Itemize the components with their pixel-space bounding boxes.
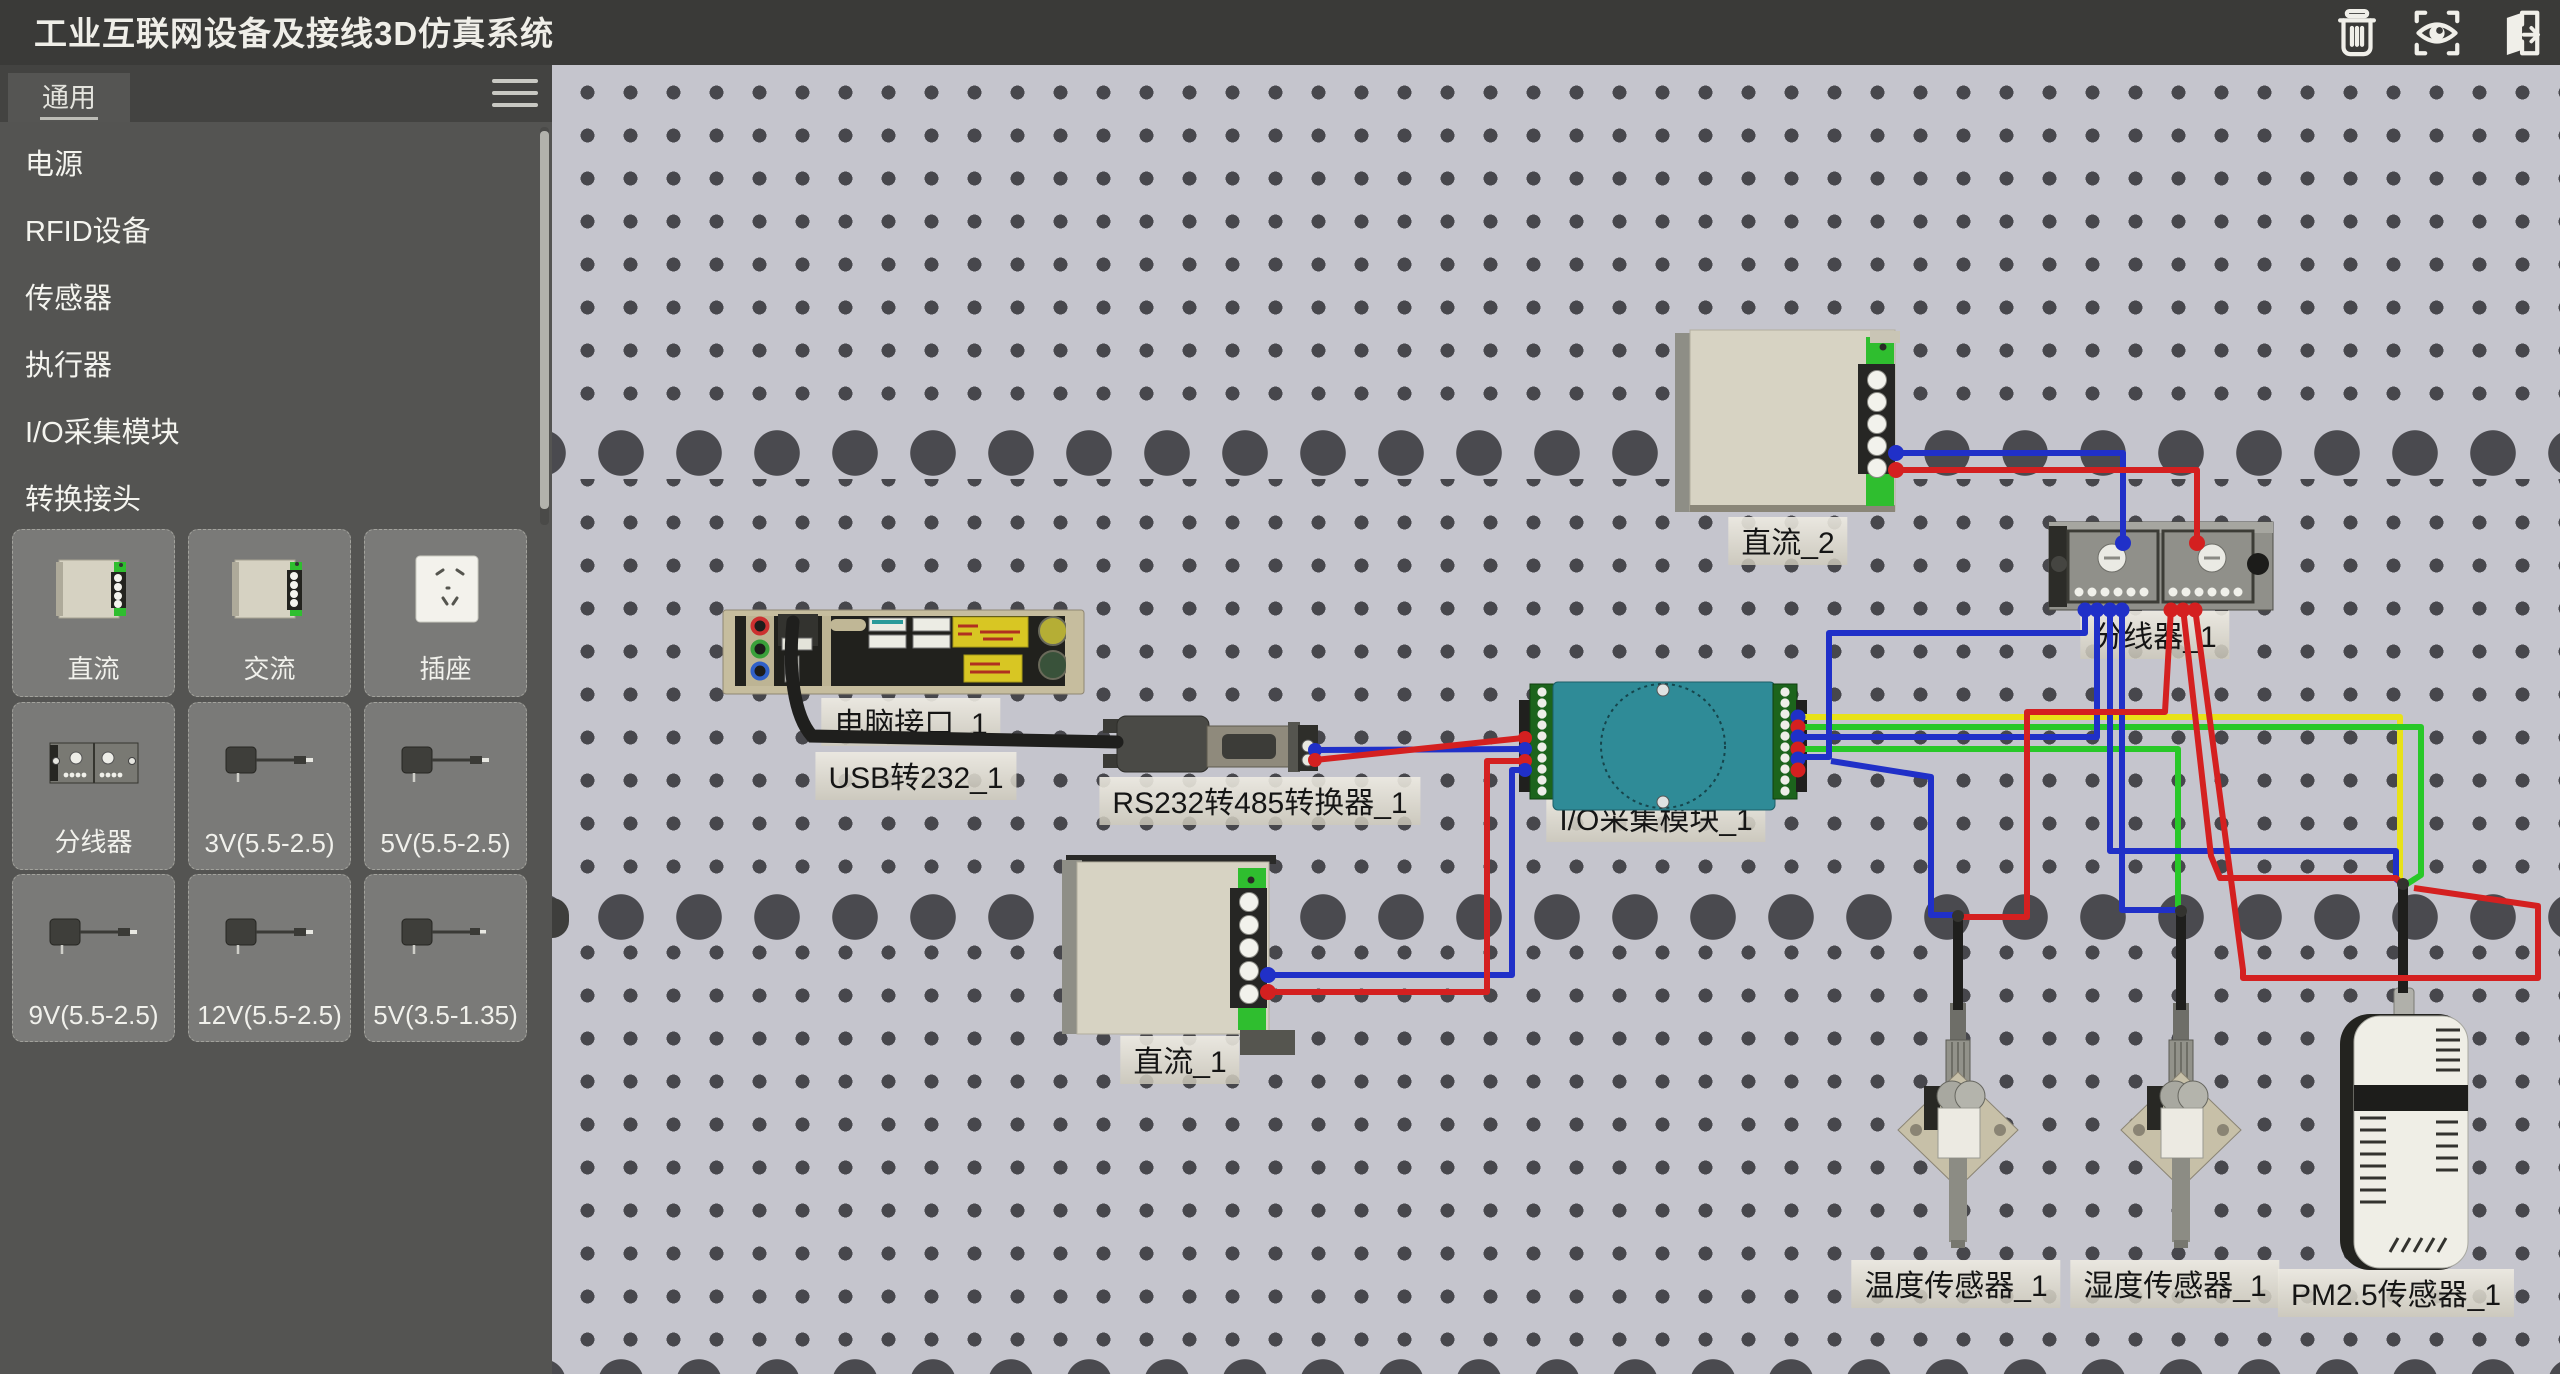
device-label: 湿度传感器_1 bbox=[2070, 1260, 2279, 1308]
device-io-module-1[interactable] bbox=[1519, 682, 1807, 810]
wire-green-io-humidity[interactable] bbox=[1798, 749, 2181, 911]
part-card-socket[interactable]: 插座 bbox=[364, 529, 527, 697]
part-card-3v[interactable]: 3V(5.5-2.5) bbox=[188, 702, 351, 870]
preview-eye-icon[interactable] bbox=[2410, 6, 2464, 60]
device-label: USB转232_1 bbox=[815, 752, 1016, 800]
device-label: 分线器_1 bbox=[2080, 611, 2229, 659]
exit-icon[interactable] bbox=[2490, 6, 2544, 60]
part-card-label: 交流 bbox=[189, 649, 350, 686]
part-card-label: 分线器 bbox=[13, 822, 174, 859]
part-card-label: 5V(3.5-1.35) bbox=[365, 1000, 526, 1031]
adapter-icon bbox=[365, 717, 526, 809]
wire-blue-splitter-io3[interactable] bbox=[1800, 608, 2097, 737]
part-card-12v[interactable]: 12V(5.5-2.5) bbox=[188, 874, 351, 1042]
part-card-label: 12V(5.5-2.5) bbox=[189, 1000, 350, 1031]
sidebar-tab-row: 通用 bbox=[0, 65, 552, 122]
trash-icon[interactable] bbox=[2330, 6, 2384, 60]
adapter-icon bbox=[189, 717, 350, 809]
psu-icon bbox=[13, 544, 174, 636]
sidebar-scrollbar-thumb[interactable] bbox=[540, 131, 549, 509]
part-card-ac[interactable]: 交流 bbox=[188, 529, 351, 697]
part-card-5v[interactable]: 5V(5.5-2.5) bbox=[364, 702, 527, 870]
device-label: 温度传感器_1 bbox=[1851, 1260, 2060, 1308]
device-label: 直流_2 bbox=[1728, 517, 1847, 565]
wire-green-io-pm25[interactable] bbox=[1798, 727, 2421, 884]
part-card-9v[interactable]: 9V(5.5-2.5) bbox=[12, 874, 175, 1042]
splitter-icon bbox=[13, 717, 174, 809]
part-card-5v-135[interactable]: 5V(3.5-1.35) bbox=[364, 874, 527, 1042]
device-dc-1[interactable] bbox=[1062, 855, 1295, 1055]
device-dc-2[interactable] bbox=[1675, 330, 1900, 512]
adapter-icon bbox=[365, 889, 526, 981]
pegboard-strip bbox=[552, 891, 2560, 943]
pegboard-strip bbox=[552, 1356, 2560, 1374]
device-rs232-to-485-1[interactable] bbox=[1103, 716, 1318, 772]
part-card-dc[interactable]: 直流 bbox=[12, 529, 175, 697]
sidebar-item-adapter[interactable]: 转换接头 bbox=[0, 467, 540, 534]
device-label: 直流_1 bbox=[1120, 1036, 1239, 1084]
top-bar: 工业互联网设备及接线3D仿真系统 bbox=[0, 0, 2560, 65]
tab-general[interactable]: 通用 bbox=[8, 73, 130, 122]
socket-icon bbox=[365, 544, 526, 636]
wire-red-converter-io[interactable] bbox=[1315, 738, 1523, 760]
device-pc-interface-1[interactable] bbox=[723, 610, 1084, 694]
pegboard-strip bbox=[552, 427, 2560, 479]
device-label: PM2.5传感器_1 bbox=[2278, 1269, 2514, 1317]
adapter-icon bbox=[189, 889, 350, 981]
part-card-label: 3V(5.5-2.5) bbox=[189, 828, 350, 859]
simulation-viewport[interactable]: 直流_2 分线器_1 电脑接口_1 USB转232_1 RS232转485转换器… bbox=[552, 65, 2560, 1374]
wire-red-dc2-splitter[interactable] bbox=[1896, 470, 2197, 540]
device-splitter-1[interactable] bbox=[2049, 522, 2273, 610]
sidebar-item-rfid[interactable]: RFID设备 bbox=[0, 199, 540, 266]
sidebar-item-sensor[interactable]: 传感器 bbox=[0, 266, 540, 333]
device-label: I/O采集模块_1 bbox=[1546, 794, 1765, 842]
app-title: 工业互联网设备及接线3D仿真系统 bbox=[34, 0, 554, 65]
wire-yellow-io-pm25[interactable] bbox=[1798, 717, 2403, 884]
parts-sidebar: 通用 电源 RFID设备 传感器 执行器 I/O采集模块 转换接头 bbox=[0, 65, 552, 1374]
part-card-label: 直流 bbox=[13, 649, 174, 686]
psu-icon bbox=[189, 544, 350, 636]
device-temp-sensor-1[interactable] bbox=[1898, 1003, 2018, 1248]
category-list: 电源 RFID设备 传感器 执行器 I/O采集模块 转换接头 bbox=[0, 122, 540, 534]
part-card-label: 5V(5.5-2.5) bbox=[365, 828, 526, 859]
adapter-icon bbox=[13, 889, 174, 981]
wire-blue-converter-io[interactable] bbox=[1315, 749, 1523, 750]
device-humidity-sensor-1[interactable] bbox=[2121, 1003, 2241, 1248]
part-card-label: 9V(5.5-2.5) bbox=[13, 1000, 174, 1031]
sidebar-item-actuator[interactable]: 执行器 bbox=[0, 333, 540, 400]
sidebar-item-io-module[interactable]: I/O采集模块 bbox=[0, 400, 540, 467]
device-label: 电脑接口_1 bbox=[821, 698, 1000, 746]
wire-blue-splitter-io5[interactable] bbox=[1800, 608, 2085, 757]
device-label: RS232转485转换器_1 bbox=[1099, 777, 1420, 825]
part-card-splitter[interactable]: 分线器 bbox=[12, 702, 175, 870]
device-pm25-sensor-1[interactable] bbox=[2340, 988, 2468, 1270]
sidebar-item-power[interactable]: 电源 bbox=[0, 132, 540, 199]
part-card-label: 插座 bbox=[365, 649, 526, 686]
menu-icon[interactable] bbox=[492, 79, 538, 109]
